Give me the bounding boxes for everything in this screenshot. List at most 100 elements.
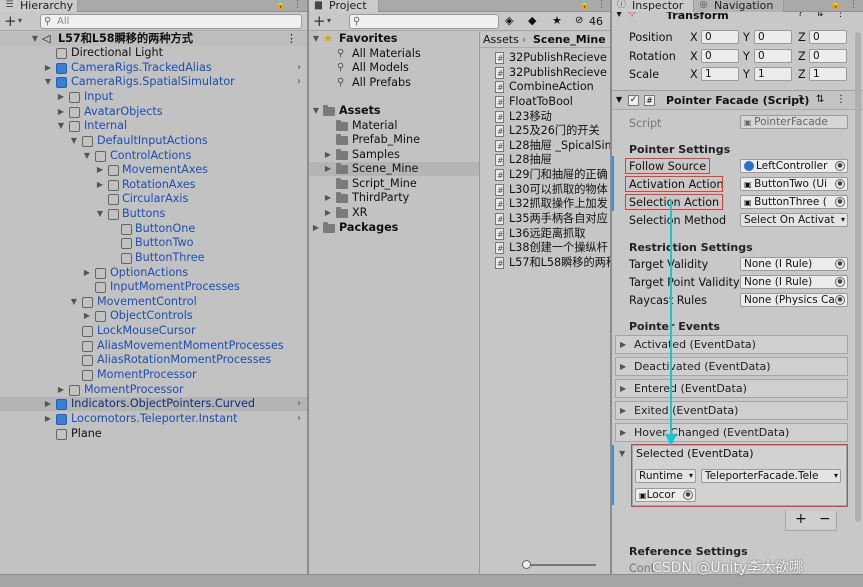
tab-hierarchy[interactable]: ☰ Hierarchy bbox=[0, 0, 78, 12]
chevron-down-icon[interactable]: ▾ bbox=[327, 16, 331, 25]
add-listener-button[interactable]: + bbox=[795, 511, 807, 527]
favorite-item[interactable]: ⚲ All Models bbox=[309, 61, 479, 75]
folder-item[interactable]: Prefab_Mine bbox=[309, 133, 479, 147]
position-z-field[interactable]: 0 bbox=[809, 30, 847, 44]
selected-event-label[interactable]: Selected (EventData) bbox=[636, 447, 754, 460]
file-item[interactable]: L29门和抽屉的正确 bbox=[480, 168, 610, 183]
pointer-facade-header[interactable]: ▼ ✓ # Pointer Facade (Script) ? ⇅ ⋮ bbox=[612, 90, 863, 110]
collapse-arrow-icon[interactable]: ▼ bbox=[616, 12, 622, 18]
tab-inspector[interactable]: ⓘ Inspector bbox=[612, 0, 694, 12]
inspector-scrollbar[interactable] bbox=[855, 32, 861, 522]
hierarchy-item[interactable]: ButtonOne bbox=[0, 222, 307, 236]
hierarchy-item[interactable]: Directional Light bbox=[0, 46, 307, 60]
activation-action-field[interactable]: ▣ ButtonTwo (Ui ● bbox=[740, 177, 848, 191]
hierarchy-item[interactable]: LockMouseCursor bbox=[0, 324, 307, 338]
rotation-x-field[interactable]: 0 bbox=[701, 49, 739, 63]
tab-navigation[interactable]: ◎ Navigation bbox=[694, 0, 784, 12]
breadcrumb-assets[interactable]: Assets bbox=[483, 32, 519, 48]
position-y-field[interactable]: 0 bbox=[754, 30, 792, 44]
file-item[interactable]: L25及26门的开关 bbox=[480, 124, 610, 139]
hierarchy-item[interactable]: ▶ MovementAxes bbox=[0, 163, 307, 177]
folder-item[interactable]: ▶ ThirdParty bbox=[309, 191, 479, 205]
remove-listener-button[interactable]: − bbox=[819, 511, 831, 527]
preset-icon[interactable]: ⇅ bbox=[816, 12, 824, 19]
kebab-menu-icon[interactable]: ⋮ bbox=[849, 0, 858, 10]
hierarchy-item-selected[interactable]: ▶ Indicators.ObjectPointers.Curved › bbox=[0, 397, 307, 411]
hierarchy-search-input[interactable]: ⚲ All bbox=[40, 14, 302, 29]
chevron-right-icon[interactable]: › bbox=[297, 61, 301, 75]
rotation-y-field[interactable]: 0 bbox=[754, 49, 792, 63]
file-item[interactable]: L32抓取操作上加发 bbox=[480, 197, 610, 212]
target-point-validity-field[interactable]: None (I Rule) ● bbox=[740, 275, 848, 289]
scale-z-field[interactable]: 1 bbox=[809, 67, 847, 81]
hierarchy-item[interactable]: ▶ CameraRigs.TrackedAlias › bbox=[0, 61, 307, 75]
function-dropdown[interactable]: TeleporterFacade.Tele ▾ bbox=[701, 469, 841, 483]
expand-arrow-icon[interactable]: ▼ bbox=[311, 32, 321, 46]
kebab-menu-icon[interactable]: ⋮ bbox=[597, 0, 606, 10]
collapsed-arrow-icon[interactable]: ▶ bbox=[323, 206, 333, 220]
preset-icon[interactable]: ⇅ bbox=[816, 94, 824, 105]
collapsed-arrow-icon[interactable]: ▶ bbox=[323, 162, 333, 176]
runtime-dropdown[interactable]: Runtime ▾ bbox=[635, 469, 696, 483]
tab-project[interactable]: ▆ Project bbox=[309, 0, 379, 12]
collapsed-arrow-icon[interactable]: ▶ bbox=[43, 397, 53, 411]
chevron-right-icon[interactable]: › bbox=[297, 412, 301, 426]
hierarchy-item[interactable]: ▶ Input bbox=[0, 90, 307, 104]
target-validity-field[interactable]: None (I Rule) ● bbox=[740, 257, 848, 271]
collapsed-arrow-icon[interactable]: ▶ bbox=[43, 61, 53, 75]
hierarchy-item[interactable]: ▶ OptionActions bbox=[0, 266, 307, 280]
expanded-arrow-icon[interactable]: ▼ bbox=[619, 449, 625, 458]
help-icon[interactable]: ? bbox=[798, 94, 803, 105]
file-item[interactable]: L36远距离抓取 bbox=[480, 227, 610, 242]
hierarchy-item[interactable]: ▶ AvatarObjects bbox=[0, 105, 307, 119]
hierarchy-item[interactable]: MomentProcessor bbox=[0, 368, 307, 382]
hierarchy-item[interactable]: ButtonThree bbox=[0, 251, 307, 265]
kebab-menu-icon[interactable]: ⋮ bbox=[286, 32, 297, 46]
slider-handle[interactable] bbox=[522, 560, 531, 569]
scale-y-field[interactable]: 1 bbox=[754, 67, 792, 81]
follow-source-field[interactable]: LeftController ● bbox=[740, 159, 848, 173]
hierarchy-item[interactable]: ▶ RotationAxes bbox=[0, 178, 307, 192]
kebab-menu-icon[interactable]: ⋮ bbox=[836, 12, 845, 19]
raycast-rules-field[interactable]: None (Physics Ca ● bbox=[740, 293, 848, 307]
folder-item-selected[interactable]: ▶ Scene_Mine bbox=[309, 162, 479, 176]
expand-arrow-icon[interactable]: ▼ bbox=[82, 149, 92, 163]
favorite-star-icon[interactable]: ★ bbox=[552, 14, 562, 27]
file-item[interactable]: CombineAction bbox=[480, 80, 610, 95]
collapsed-arrow-icon[interactable]: ▶ bbox=[43, 412, 53, 426]
hierarchy-item[interactable]: ▼ MovementControl bbox=[0, 295, 307, 309]
collapsed-arrow-icon[interactable]: ▶ bbox=[95, 178, 105, 192]
hierarchy-item[interactable]: CircularAxis bbox=[0, 192, 307, 206]
event-exited[interactable]: ▶ Exited (EventData) bbox=[615, 401, 848, 420]
hierarchy-item[interactable]: AliasRotationMomentProcesses bbox=[0, 353, 307, 367]
chevron-down-icon[interactable]: ▾ bbox=[18, 16, 22, 25]
transform-header[interactable]: ▼ ⊹ Transform ? ⇅ ⋮ bbox=[612, 12, 863, 22]
event-entered[interactable]: ▶ Entered (EventData) bbox=[615, 379, 848, 398]
collapsed-arrow-icon[interactable]: ▶ bbox=[323, 148, 333, 162]
file-item[interactable]: L28抽屉 bbox=[480, 153, 610, 168]
collapsed-arrow-icon[interactable]: ▶ bbox=[82, 266, 92, 280]
hierarchy-item[interactable]: ▼ ControlActions bbox=[0, 149, 307, 163]
checkbox-icon[interactable]: ✓ bbox=[628, 95, 639, 106]
hierarchy-item[interactable]: ▼ Internal bbox=[0, 119, 307, 133]
file-item[interactable]: L57和L58瞬移的两种 bbox=[480, 256, 610, 271]
object-picker-icon[interactable]: ● bbox=[835, 161, 845, 171]
assets-row[interactable]: ▼ Assets bbox=[309, 104, 479, 118]
target-object-field[interactable]: ▣Locor ● bbox=[635, 488, 696, 502]
object-picker-icon[interactable]: ● bbox=[835, 197, 845, 207]
hidden-packages-icon[interactable]: ⊘ bbox=[575, 15, 583, 26]
rotation-z-field[interactable]: 0 bbox=[809, 49, 847, 63]
hierarchy-item[interactable]: ▶ Locomotors.Teleporter.Instant › bbox=[0, 412, 307, 426]
folder-item[interactable]: ▶ XR bbox=[309, 206, 479, 220]
event-deactivated[interactable]: ▶ Deactivated (EventData) bbox=[615, 357, 848, 376]
object-picker-icon[interactable]: ● bbox=[835, 295, 845, 305]
expand-arrow-icon[interactable]: ▼ bbox=[43, 75, 53, 89]
collapsed-arrow-icon[interactable]: ▶ bbox=[311, 221, 321, 235]
collapsed-arrow-icon[interactable]: ▶ bbox=[82, 309, 92, 323]
label-icon[interactable]: ◆ bbox=[528, 14, 536, 27]
object-picker-icon[interactable]: ● bbox=[683, 490, 693, 500]
hierarchy-item[interactable]: InputMomentProcesses bbox=[0, 280, 307, 294]
project-search-input[interactable]: ⚲ bbox=[349, 14, 499, 29]
breadcrumb-scene-mine[interactable]: Scene_Mine bbox=[533, 32, 606, 48]
hierarchy-item[interactable]: ▼ Buttons bbox=[0, 207, 307, 221]
